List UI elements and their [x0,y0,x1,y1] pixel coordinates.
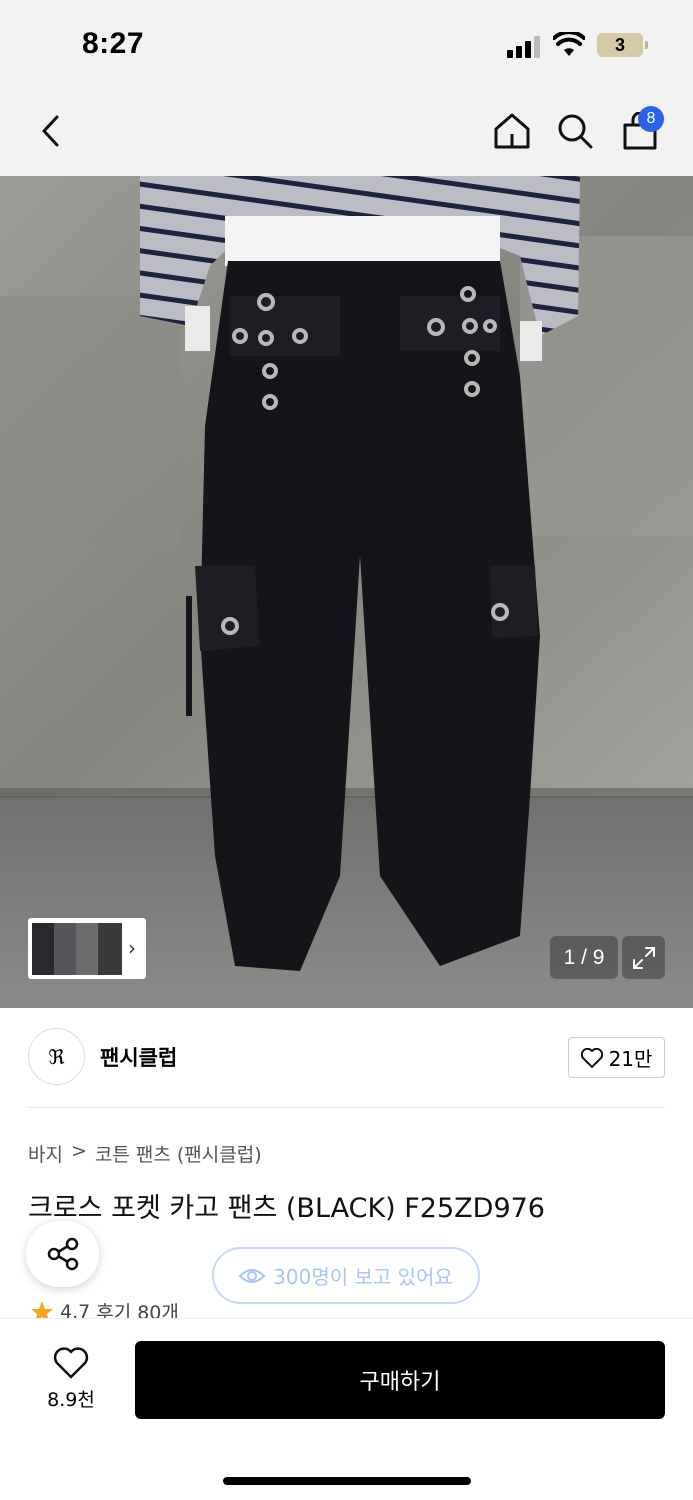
brand-like-button[interactable]: 21만 [568,1037,665,1078]
cart-count-badge: 8 [638,106,664,132]
expand-image-button[interactable] [622,936,665,979]
breadcrumb-category[interactable]: 바지 [28,1140,63,1167]
back-button[interactable] [27,108,73,154]
home-icon [494,113,530,149]
thumbnail-image [98,922,122,975]
thumbnail-strip[interactable]: › [28,918,146,979]
thumbnail-image [32,922,56,975]
brand-name[interactable]: 팬시클럽 [100,1042,177,1072]
battery-indicator: 3 [597,33,648,57]
breadcrumb-separator: > [70,1140,87,1162]
brand-like-count: 21만 [608,1047,653,1071]
breadcrumb-subcategory[interactable]: 코튼 팬츠 (팬시클럽) [95,1140,262,1167]
home-indicator [223,1477,471,1485]
share-button[interactable] [26,1221,99,1287]
viewers-text: 300명이 보고 있어요 [273,1265,453,1289]
expand-icon [632,946,655,969]
chevron-left-icon [42,115,59,147]
viewers-indicator: 300명이 보고 있어요 [212,1247,480,1304]
product-image[interactable] [0,176,693,1008]
nav-bar [0,90,693,176]
bottom-action-bar: 8.9천 구매하기 [0,1318,693,1500]
status-bar: 8:27 3 [0,0,693,90]
wifi-icon [553,32,585,56]
wishlist-count: 8.9천 [47,1389,95,1411]
share-icon [47,1237,78,1271]
eye-icon [239,1268,266,1283]
image-counter: 1 / 9 [550,936,618,979]
brand-row[interactable]: ℜ 팬시클럽 21만 [28,1028,665,1086]
breadcrumb: 바지 > 코튼 팬츠 (팬시클럽) [28,1140,262,1167]
brand-logo[interactable]: ℜ [28,1028,85,1085]
status-time: 8:27 [82,27,145,60]
cellular-signal-icon [507,36,543,58]
product-photo [0,176,693,1008]
chevron-right-icon: › [128,936,136,960]
product-page: 8:27 3 8 › 1 / 9 ℜ 팬시클럽 21만 바지 > 코튼 팬츠 (… [0,0,693,1500]
search-icon [558,114,593,149]
wishlist-button[interactable]: 8.9천 [28,1347,114,1412]
thumbnail-image [54,922,78,975]
home-button[interactable] [489,108,535,154]
heart-icon [53,1347,89,1379]
search-button[interactable] [552,108,598,154]
divider [28,1107,665,1108]
product-title: 크로스 포켓 카고 팬츠 (BLACK) F25ZD976 [28,1193,545,1224]
thumbnail-image [76,922,100,975]
buy-button[interactable]: 구매하기 [135,1341,665,1419]
heart-icon [580,1047,603,1068]
